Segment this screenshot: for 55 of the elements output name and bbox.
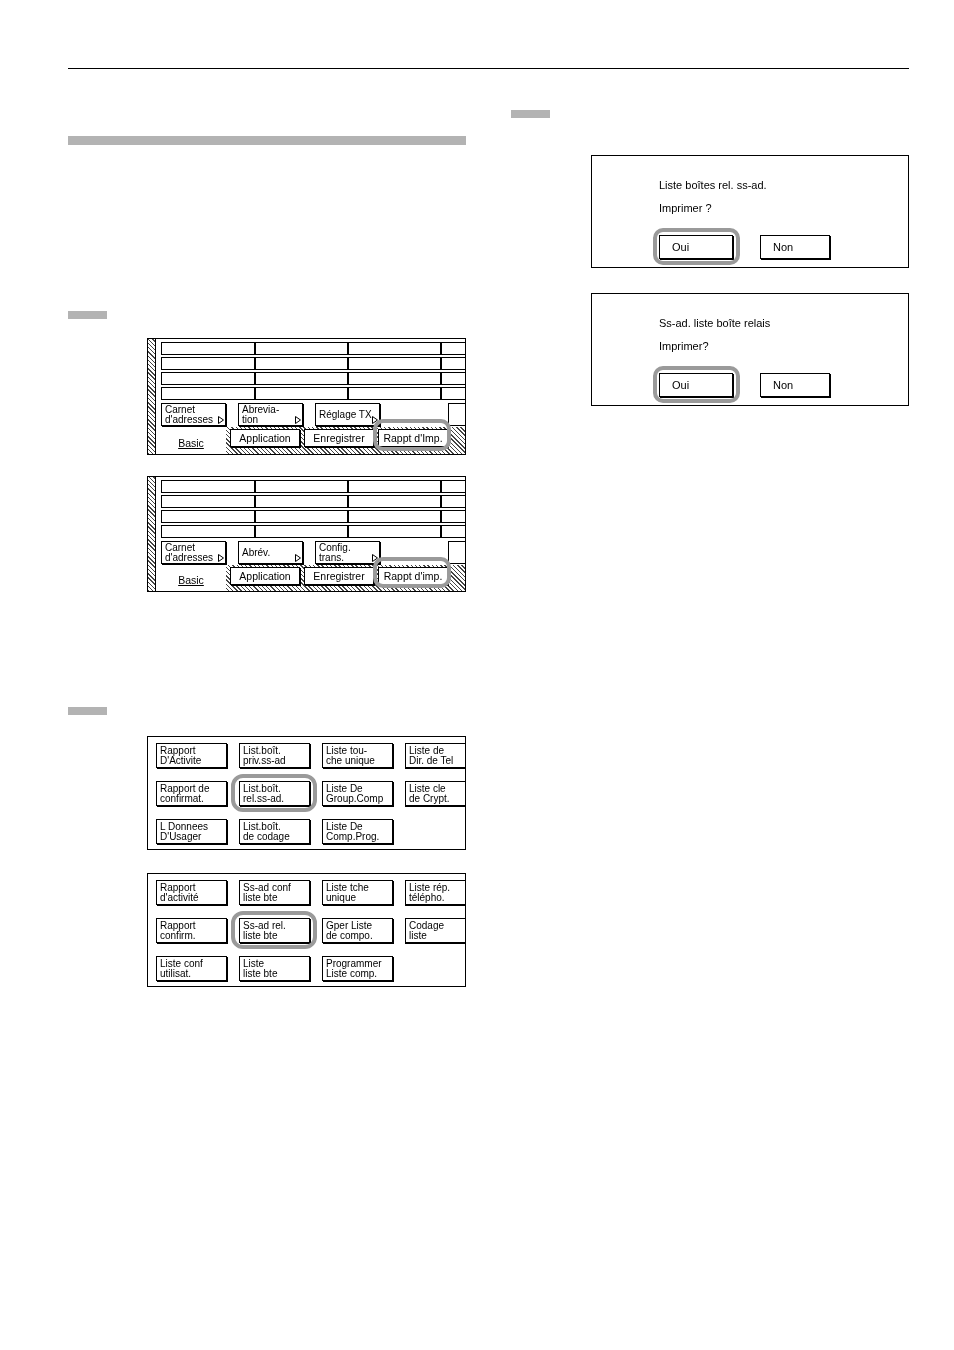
tab[interactable]: Application [230, 429, 300, 447]
menu-button[interactable]: Carnet d'adresses [161, 541, 226, 564]
report-button[interactable]: Codage liste [405, 918, 465, 943]
step-bar [68, 707, 107, 715]
report-button[interactable]: Rapport confirm. [156, 918, 227, 943]
dialog-message: Liste boîtes rel. ss-ad. [659, 178, 767, 192]
tab[interactable]: Rappt d'Imp. [378, 429, 448, 447]
triangle-icon [295, 554, 301, 562]
tab[interactable]: Rappt d'imp. [378, 567, 448, 585]
report-button[interactable]: Programmer Liste comp. [322, 956, 393, 981]
triangle-icon [218, 416, 224, 424]
triangle-icon [372, 554, 378, 562]
tab[interactable]: Enregistrer [304, 567, 374, 585]
report-button[interactable]: Liste De Group.Comp [322, 781, 393, 806]
step-bar [68, 311, 107, 319]
report-button[interactable]: Liste de Dir. de Tel [405, 743, 465, 768]
cut-off-button[interactable] [448, 541, 465, 564]
report-button[interactable]: Liste De Comp.Prog. [322, 819, 393, 844]
report-button[interactable]: Liste tche unique [322, 880, 393, 905]
cut-off-button[interactable] [448, 403, 465, 426]
report-button[interactable]: Ss-ad rel. liste bte [239, 918, 310, 943]
tab[interactable]: Enregistrer [304, 429, 374, 447]
menu-button[interactable]: Config. trans. [315, 541, 380, 564]
triangle-icon [372, 416, 378, 424]
menu-button[interactable]: Réglage TX [315, 403, 380, 426]
report-button[interactable]: Liste tou- che unique [322, 743, 393, 768]
report-button[interactable]: List.boît. priv.ss-ad [239, 743, 310, 768]
report-button[interactable]: Gper Liste de compo. [322, 918, 393, 943]
menu-button[interactable]: Carnet d'adresses [161, 403, 226, 426]
report-button[interactable]: Ss-ad conf liste bte [239, 880, 310, 905]
report-button[interactable]: Rapport de confirmat. [156, 781, 227, 806]
dialog-button[interactable]: Non [760, 235, 830, 259]
report-button[interactable]: L Donnees D'Usager [156, 819, 227, 844]
report-button[interactable]: Liste liste bte [239, 956, 310, 981]
dialog-button[interactable]: Non [760, 373, 830, 397]
menu-button[interactable]: Abrév. [238, 541, 303, 564]
tab[interactable]: Basic [156, 565, 226, 591]
report-button[interactable]: Rapport d'activité [156, 880, 227, 905]
report-button[interactable]: Rapport D'Activite [156, 743, 227, 768]
tab[interactable]: Basic [156, 427, 226, 454]
step-bar [511, 110, 550, 118]
report-button[interactable]: Liste cle de Crypt. [405, 781, 465, 806]
dialog-button[interactable]: Oui [659, 373, 733, 397]
report-button[interactable]: Liste rép. télépho. [405, 880, 465, 905]
menu-button[interactable]: Abrevia- tion [238, 403, 303, 426]
dialog-prompt: Imprimer? [659, 339, 709, 353]
dialog-prompt: Imprimer ? [659, 201, 712, 215]
dialog-button[interactable]: Oui [659, 235, 733, 259]
report-button[interactable]: List.boît. de codage [239, 819, 310, 844]
dialog-message: Ss-ad. liste boîte relais [659, 316, 771, 330]
report-button[interactable]: List.boît. rel.ss-ad. [239, 781, 310, 806]
triangle-icon [295, 416, 301, 424]
report-button[interactable]: Liste conf utilisat. [156, 956, 227, 981]
triangle-icon [218, 554, 224, 562]
tab[interactable]: Application [230, 567, 300, 585]
